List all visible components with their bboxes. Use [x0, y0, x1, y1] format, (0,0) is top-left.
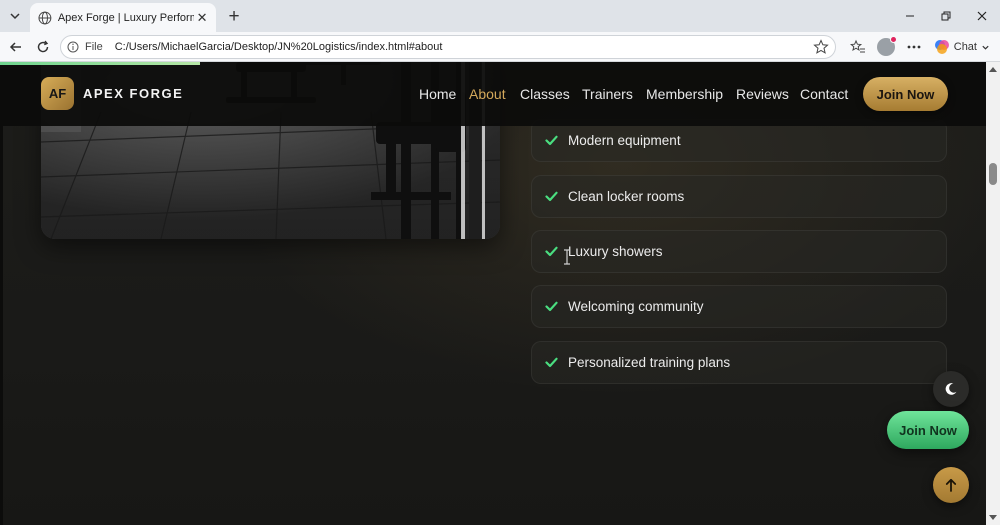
- notification-dot: [889, 36, 897, 43]
- minimize-button[interactable]: [892, 0, 928, 32]
- nav-reviews[interactable]: Reviews: [736, 86, 789, 102]
- browser-tab-bar: Apex Forge | Luxury Performance ✕ +: [0, 0, 1000, 32]
- text-cursor-icon: [564, 249, 570, 265]
- window-controls: [892, 0, 1000, 32]
- main-nav: Home About Classes Trainers Membership R…: [3, 62, 986, 126]
- feature-label: Luxury showers: [568, 244, 663, 259]
- chevron-down-icon: [982, 45, 989, 50]
- url-text[interactable]: C:/Users/MichaelGarcia/Desktop/JN%20Logi…: [115, 41, 443, 53]
- site-header: AF APEX FORGE Home About Classes Trainer…: [3, 62, 986, 126]
- page-edge: [0, 62, 3, 525]
- chat-label: Chat: [953, 41, 977, 53]
- feature-item-welcoming-community: Welcoming community: [531, 285, 947, 328]
- triangle-up-icon: [989, 67, 997, 72]
- theme-toggle-button[interactable]: [933, 371, 969, 407]
- favorite-star-icon[interactable]: [813, 39, 829, 55]
- minimize-icon: [906, 15, 914, 17]
- back-button[interactable]: [5, 36, 27, 58]
- profile-button[interactable]: [874, 36, 898, 58]
- check-icon: [544, 245, 558, 259]
- info-icon[interactable]: [67, 41, 79, 53]
- triangle-down-icon: [989, 515, 997, 520]
- nav-contact[interactable]: Contact: [800, 86, 848, 102]
- copilot-icon: [934, 40, 949, 54]
- check-icon: [544, 134, 558, 148]
- browser-toolbar-right: Chat: [846, 36, 994, 58]
- restore-icon: [941, 11, 951, 21]
- close-icon: [977, 11, 987, 21]
- scroll-progress-bar: [0, 62, 200, 65]
- more-menu-button[interactable]: [902, 36, 926, 58]
- nav-trainers[interactable]: Trainers: [582, 86, 633, 102]
- arrow-up-icon: [945, 478, 957, 492]
- nav-membership[interactable]: Membership: [646, 86, 723, 102]
- more-dots-icon: [907, 45, 921, 49]
- feature-item-personalized-training-plans: Personalized training plans: [531, 341, 947, 384]
- page-viewport: Modern equipment Clean locker rooms Luxu…: [0, 62, 1000, 525]
- feature-label: Welcoming community: [568, 299, 704, 314]
- browser-tab[interactable]: Apex Forge | Luxury Performance ✕: [30, 3, 216, 32]
- avatar: [876, 36, 897, 56]
- moon-icon: [945, 383, 957, 395]
- feature-label: Modern equipment: [568, 133, 681, 148]
- tab-list-button[interactable]: [4, 5, 26, 27]
- nav-classes[interactable]: Classes: [520, 86, 570, 102]
- check-icon: [544, 300, 558, 314]
- check-icon: [544, 356, 558, 370]
- copilot-chat-button[interactable]: Chat: [930, 36, 994, 58]
- join-now-floating-button[interactable]: Join Now: [887, 411, 969, 449]
- close-window-button[interactable]: [964, 0, 1000, 32]
- url-field[interactable]: File C:/Users/MichaelGarcia/Desktop/JN%2…: [60, 35, 836, 59]
- scrollbar-thumb[interactable]: [989, 162, 997, 185]
- nav-about[interactable]: About: [469, 86, 506, 102]
- back-to-top-button[interactable]: [933, 467, 969, 503]
- feature-item-luxury-showers: Luxury showers: [531, 230, 947, 273]
- restore-button[interactable]: [928, 0, 964, 32]
- chevron-down-icon: [10, 13, 20, 20]
- feature-label: Personalized training plans: [568, 355, 731, 370]
- reload-button[interactable]: [32, 36, 54, 58]
- nav-home[interactable]: Home: [419, 86, 456, 102]
- tab-title: Apex Forge | Luxury Performance: [57, 11, 194, 24]
- address-bar: File C:/Users/MichaelGarcia/Desktop/JN%2…: [0, 32, 1000, 62]
- reload-icon: [37, 40, 49, 53]
- scroll-up-arrow[interactable]: [986, 62, 1000, 76]
- new-tab-button[interactable]: +: [224, 6, 244, 26]
- feature-label: Clean locker rooms: [568, 189, 685, 204]
- favorites-icon: [849, 39, 865, 53]
- page-scrollbar[interactable]: [986, 62, 1000, 525]
- feature-item-clean-locker-rooms: Clean locker rooms: [531, 175, 947, 218]
- scroll-down-arrow[interactable]: [986, 511, 1000, 525]
- arrow-left-icon: [9, 42, 21, 52]
- join-now-header-button[interactable]: Join Now: [863, 77, 948, 111]
- check-icon: [544, 190, 558, 204]
- globe-icon: [38, 11, 52, 24]
- tab-close-button[interactable]: ✕: [194, 10, 210, 26]
- favorites-button[interactable]: [846, 36, 870, 58]
- url-scheme-label: File: [85, 41, 103, 53]
